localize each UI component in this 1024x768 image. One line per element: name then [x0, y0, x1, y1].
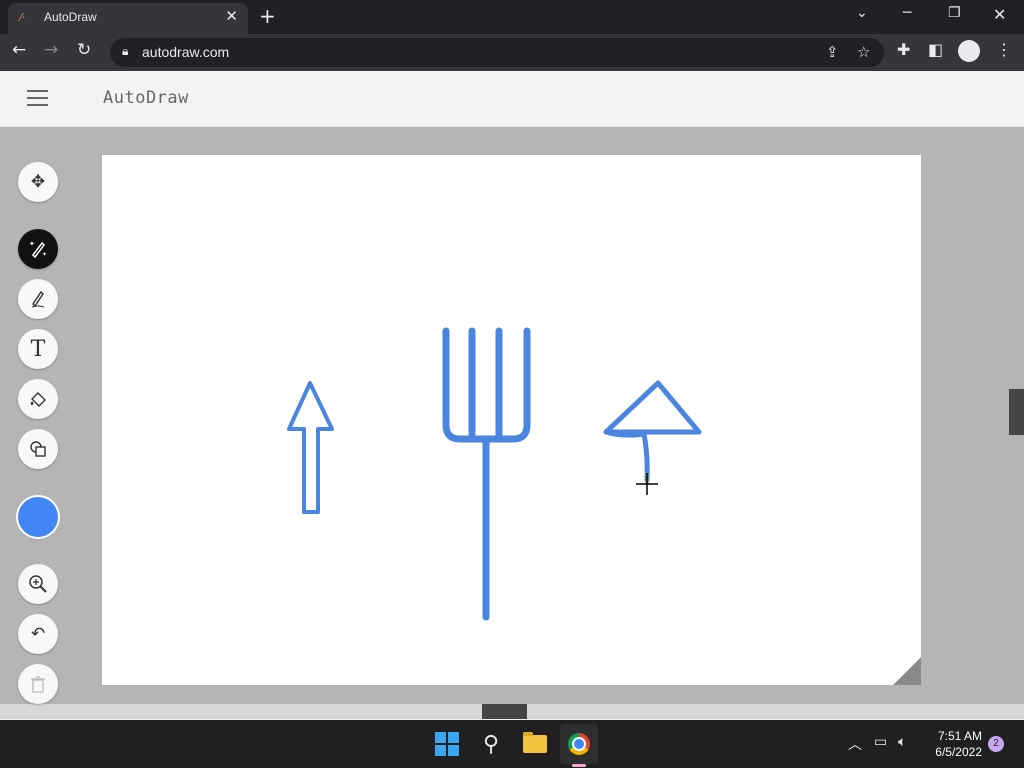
umbrella-sketch[interactable]: [603, 380, 702, 483]
extensions-icon[interactable]: ✚: [897, 40, 910, 59]
select-move-tool[interactable]: ✥: [18, 162, 58, 202]
move-icon: ✥: [30, 172, 46, 192]
arrow-drawing[interactable]: [287, 381, 334, 514]
autodraw-tool[interactable]: ✦ ✦: [18, 229, 58, 269]
tab-search-icon[interactable]: ⌄: [856, 5, 868, 21]
zoom-tool[interactable]: [18, 564, 58, 604]
forward-icon[interactable]: →: [44, 40, 58, 60]
drawing-svg: [287, 327, 702, 621]
new-tab-button[interactable]: +: [259, 4, 276, 28]
color-picker-swatch[interactable]: [18, 497, 58, 537]
profile-icon[interactable]: [958, 40, 980, 62]
magic-pen-icon: ✦✦: [29, 240, 47, 259]
tray-overflow-chevron-icon[interactable]: ︿: [848, 734, 862, 754]
paint-bucket-icon: [30, 392, 46, 407]
search-icon: ⚲: [482, 731, 500, 757]
type-tool[interactable]: T: [18, 329, 58, 369]
shape-tool[interactable]: [18, 429, 58, 469]
shapes-icon: [30, 441, 46, 457]
chrome-taskbar-button[interactable]: [564, 729, 594, 759]
svg-text:✦: ✦: [29, 240, 35, 248]
tab-close-icon[interactable]: ✕: [225, 7, 238, 25]
browser-toolbar: ← → ↻ 🔒︎ autodraw.com ⇪ ☆ ✚ ◧ ⋮: [0, 34, 1024, 71]
minimize-button[interactable]: ─: [903, 5, 911, 21]
browser-tabbar: ⁄· AutoDraw ✕ + ⌄ ─ ❐ ✕: [0, 0, 1024, 34]
browser-tab[interactable]: ⁄· AutoDraw ✕: [8, 3, 248, 34]
lock-icon[interactable]: 🔒︎: [122, 44, 128, 59]
windows-taskbar: ⚲ ︿ ▭ 🔈︎ 7:51 AM 6/5/2022 2: [0, 720, 1024, 768]
pen-icon: [31, 290, 45, 308]
workspace: [0, 127, 1024, 719]
sidepanel-icon[interactable]: ◧: [928, 40, 943, 59]
autodraw-favicon-icon: ⁄·: [20, 11, 26, 24]
restore-button[interactable]: ❐: [948, 5, 961, 21]
windows-start-button[interactable]: [432, 729, 462, 759]
zoom-icon: [29, 575, 47, 593]
undo-tool[interactable]: ↶: [18, 614, 58, 654]
file-explorer-icon: [523, 732, 547, 753]
back-icon[interactable]: ←: [12, 40, 26, 60]
close-window-button[interactable]: ✕: [993, 5, 1006, 24]
svg-text:✦: ✦: [42, 251, 47, 258]
horizontal-scrollbar-thumb[interactable]: [482, 704, 527, 719]
trash-icon: [31, 676, 45, 693]
drawing-canvas[interactable]: [102, 155, 921, 685]
url-text[interactable]: autodraw.com: [142, 44, 229, 60]
volume-icon[interactable]: 🔈︎: [898, 734, 906, 750]
hamburger-menu-icon[interactable]: [27, 90, 48, 107]
chrome-icon: [568, 733, 590, 755]
chrome-running-indicator: [572, 764, 586, 767]
crosshair-cursor: [636, 473, 658, 495]
star-icon[interactable]: ☆: [857, 43, 870, 61]
draw-tool[interactable]: [18, 279, 58, 319]
clock-time[interactable]: 7:51 AM: [930, 729, 982, 743]
text-icon: T: [30, 336, 46, 362]
tab-title: AutoDraw: [44, 10, 97, 24]
address-bar[interactable]: 🔒︎ autodraw.com ⇪ ☆: [110, 38, 884, 67]
file-explorer-button[interactable]: [520, 729, 550, 759]
pitchfork-drawing[interactable]: [442, 327, 531, 621]
taskbar-search-button[interactable]: ⚲: [476, 729, 506, 759]
app-title: AutoDraw: [103, 88, 189, 108]
vertical-scrollbar-thumb[interactable]: [1009, 389, 1024, 435]
app-header: AutoDraw: [0, 71, 1024, 127]
menu-icon[interactable]: ⋮: [996, 40, 1012, 59]
network-icon[interactable]: ▭: [874, 734, 887, 750]
reload-icon[interactable]: ↻: [77, 40, 91, 60]
windows-start-icon: [435, 732, 459, 756]
delete-tool[interactable]: [18, 664, 58, 704]
fill-tool[interactable]: [18, 379, 58, 419]
resize-corner-handle[interactable]: [893, 657, 921, 685]
notification-badge[interactable]: 2: [988, 736, 1004, 752]
share-icon[interactable]: ⇪: [826, 43, 839, 61]
undo-icon: ↶: [30, 624, 46, 644]
clock-date[interactable]: 6/5/2022: [926, 745, 982, 759]
